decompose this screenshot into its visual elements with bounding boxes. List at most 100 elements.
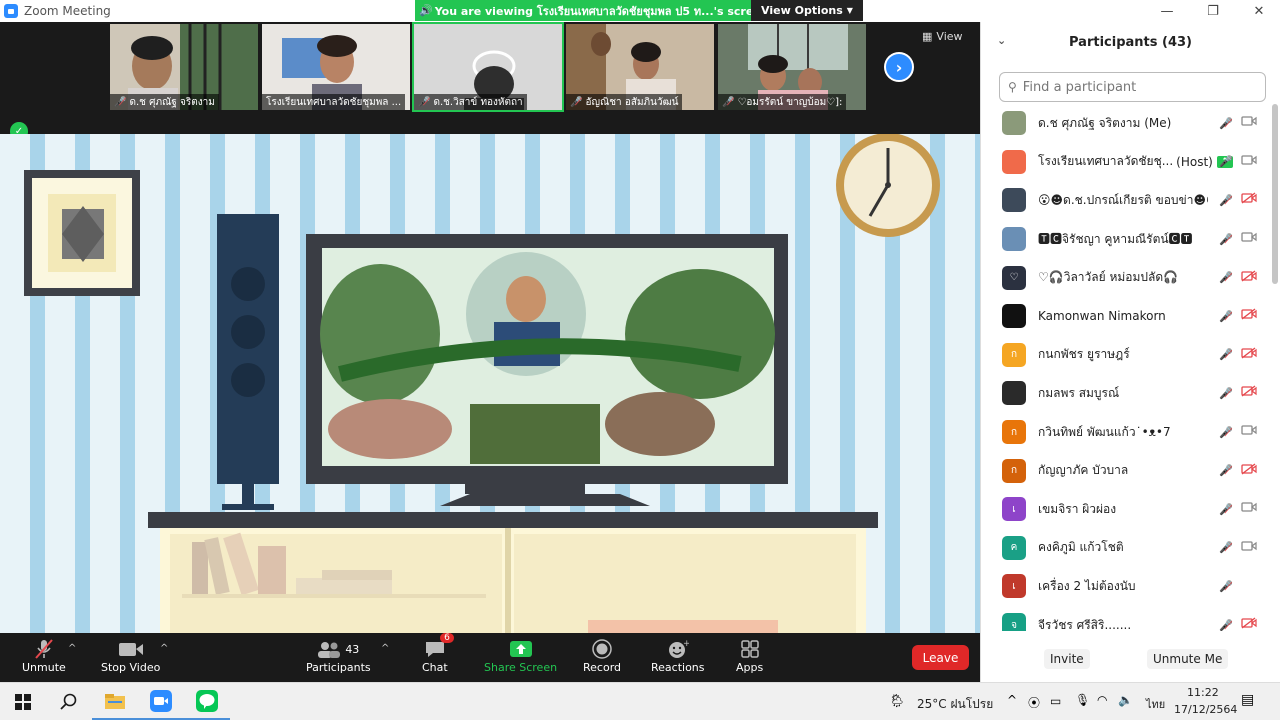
participant-row[interactable]: กมลพร สมบูรณ์ 🎤̸: [981, 374, 1271, 413]
notifications-icon[interactable]: ▤: [1241, 692, 1254, 708]
video-off-icon[interactable]: [1241, 308, 1257, 324]
unmute-me-button[interactable]: Unmute Me: [1147, 649, 1229, 669]
mic-off-icon[interactable]: 🎤̸: [1219, 310, 1233, 323]
record-button[interactable]: Record: [583, 637, 621, 674]
video-off-icon[interactable]: [1241, 192, 1257, 208]
participant-row[interactable]: 😮☻ด.ช.ปกรณ์เกียรติ ขอบข่า☻😮 🎤̸: [981, 181, 1271, 220]
smiley-plus-icon: +: [667, 637, 689, 661]
participant-row[interactable]: ค คงคิภูมิ แก้วโชติ 🎤̸: [981, 529, 1271, 568]
video-off-icon[interactable]: [1241, 617, 1257, 631]
participant-row[interactable]: ด.ช ศุภณัฐ จริตงาม (Me) 🎤̸: [981, 104, 1271, 143]
participant-row[interactable]: ก กัญญาภัค บัวบาล 🎤̸: [981, 451, 1271, 490]
view-button[interactable]: ▦ View: [922, 30, 963, 43]
participant-search-field[interactable]: ⚲ Find a participant: [999, 72, 1266, 102]
windows-start-icon[interactable]: [0, 683, 46, 720]
participant-row[interactable]: 🆃🅲จิรัชญา คูหามณีรัตน์🅲🆃 🎤̸: [981, 220, 1271, 259]
close-button[interactable]: ✕: [1236, 0, 1280, 22]
participant-row[interactable]: Kamonwan Nimakorn 🎤̸: [981, 297, 1271, 336]
search-icon[interactable]: [46, 683, 92, 720]
weather-icon[interactable]: 🌦: [889, 694, 906, 709]
mic-off-icon[interactable]: 🎤̸: [1219, 233, 1233, 246]
next-page-button[interactable]: ›: [884, 52, 914, 82]
video-off-icon[interactable]: [1241, 270, 1257, 286]
battery-icon[interactable]: ▭: [1050, 694, 1061, 708]
participant-row[interactable]: ก กวินทิพย์ พัฒนแก้ว˙•ᴥ•7 🎤̸: [981, 413, 1271, 452]
line-app-icon[interactable]: [184, 683, 230, 720]
invite-button[interactable]: Invite: [1044, 649, 1090, 669]
chat-badge: 6: [440, 633, 454, 643]
video-on-icon[interactable]: [1241, 154, 1257, 170]
mic-off-icon[interactable]: 🎤̸: [1219, 541, 1233, 554]
view-options-button[interactable]: View Options ▼: [751, 0, 863, 21]
mic-off-icon: [34, 637, 54, 661]
participant-row[interactable]: ♡ ♡🎧วิลาวัลย์ หม่อมปลัด🎧 🎤̸: [981, 258, 1271, 297]
reactions-button[interactable]: + Reactions: [651, 637, 705, 674]
reactions-label: Reactions: [651, 661, 705, 674]
mic-off-icon[interactable]: 🎤̸: [1219, 426, 1233, 439]
participant-row[interactable]: จ จีรวัชร ศรีสิริ....... 🎤̸: [981, 606, 1271, 631]
video-on-icon[interactable]: [1241, 540, 1257, 556]
chat-label: Chat: [422, 661, 448, 674]
maximize-button[interactable]: ❐: [1190, 0, 1236, 22]
participants-options-caret[interactable]: ^: [381, 643, 389, 654]
video-options-caret[interactable]: ^: [160, 643, 168, 654]
participant-row[interactable]: เ เขมจิรา ผิวผ่อง 🎤̸: [981, 490, 1271, 529]
video-thumbnail[interactable]: 🎤̸ ด.ช ศุภณัฐ จริตงาม: [110, 24, 258, 110]
video-on-icon[interactable]: [1241, 501, 1257, 517]
clock-time[interactable]: 11:22: [1187, 686, 1219, 699]
meeting-toolbar: Unmute ^ Stop Video ^ 43 Participants ^ …: [0, 633, 980, 682]
chevron-up-icon[interactable]: ^: [1007, 693, 1017, 707]
panel-header: ⌄ Participants (43): [981, 22, 1280, 62]
video-thumbnail[interactable]: 🎤̸ ♡อมรรัตน์ ขาญบ้อม♡]:: [718, 24, 866, 110]
chevron-down-icon[interactable]: ⌄: [997, 34, 1006, 47]
mic-off-icon[interactable]: 🎤̸: [1219, 464, 1233, 477]
participant-list-scrollbar[interactable]: [1272, 104, 1278, 284]
video-off-icon[interactable]: [1241, 463, 1257, 479]
speaker-icon: 🔊: [419, 4, 433, 17]
mic-off-icon[interactable]: 🎤̸: [1219, 348, 1233, 361]
participant-row[interactable]: เ เครื่อง 2 ไม่ต้องนับ 🎤̸: [981, 567, 1271, 606]
video-thumbnail[interactable]: โรงเรียนเทศบาลวัดชัยชุมพล ...: [262, 24, 410, 110]
apps-button[interactable]: Apps: [736, 637, 763, 674]
stop-video-button[interactable]: Stop Video: [101, 637, 160, 674]
mic-off-icon: 🎤̸: [570, 96, 583, 108]
participant-name-bar: 🎤̸ ด.ช.วิสาข์ ทองหัตถา: [414, 94, 527, 110]
unmute-button[interactable]: Unmute: [22, 637, 66, 674]
mic-off-icon[interactable]: 🎤̸: [1219, 580, 1233, 593]
mic-off-icon[interactable]: 🎤̸: [1219, 387, 1233, 400]
share-screen-button[interactable]: Share Screen: [484, 637, 557, 674]
video-on-icon[interactable]: [1241, 231, 1257, 247]
mic-off-icon[interactable]: 🎤̸: [1219, 117, 1233, 130]
input-language[interactable]: ไทย: [1146, 695, 1165, 713]
mic-on-icon[interactable]: 🎤: [1219, 155, 1233, 168]
video-on-icon[interactable]: [1241, 115, 1257, 131]
participant-name: เขมจิรา ผิวผ่อง: [1038, 501, 1117, 516]
video-thumbnail[interactable]: 🎤̸ อัญณิชา อสัมภินวัฒน์: [566, 24, 714, 110]
mic-off-icon[interactable]: 🎤̸: [1219, 194, 1233, 207]
mic-off-icon[interactable]: 🎤̸: [1219, 619, 1233, 631]
video-off-icon[interactable]: [1241, 385, 1257, 401]
speaker-icon[interactable]: 🔈: [1118, 693, 1133, 707]
avatar: ก: [1002, 420, 1026, 445]
audio-options-caret[interactable]: ^: [68, 643, 76, 654]
chat-button[interactable]: 6 Chat: [422, 633, 454, 674]
mic-off-icon[interactable]: 🎤̸: [1219, 271, 1233, 284]
mic-off-icon[interactable]: 🎤̸: [1219, 503, 1233, 516]
leave-button[interactable]: Leave: [912, 645, 969, 670]
unmute-label: Unmute: [22, 661, 66, 674]
zoom-taskbar-icon[interactable]: [138, 683, 184, 720]
microphone-icon[interactable]: 🎙: [1075, 693, 1090, 707]
video-thumbnail-active-speaker[interactable]: 🎤̸ ด.ช.วิสาข์ ทองหัตถา: [412, 22, 564, 112]
wifi-icon[interactable]: ◠: [1097, 693, 1107, 707]
clock-date[interactable]: 17/12/2564: [1174, 703, 1237, 716]
participant-row[interactable]: โรงเรียนเทศบาลวัดชัยชุ... (Host) ↑ 🎤: [981, 143, 1271, 182]
file-explorer-icon[interactable]: [92, 683, 138, 720]
minimize-button[interactable]: —: [1144, 0, 1190, 22]
tray-app-icon[interactable]: ⦿: [1028, 694, 1040, 711]
participants-button[interactable]: 43 Participants: [306, 637, 371, 674]
participant-row[interactable]: ก กนกพัชร ยูราษฎร์ 🎤̸: [981, 336, 1271, 375]
viewing-banner: 🔊 You are viewing โรงเรียนเทศบาลวัดชัยชุ…: [415, 0, 751, 21]
weather-text[interactable]: 25°C ฝนโปรย: [917, 695, 993, 714]
video-off-icon[interactable]: [1241, 347, 1257, 363]
video-on-icon[interactable]: [1241, 424, 1257, 440]
